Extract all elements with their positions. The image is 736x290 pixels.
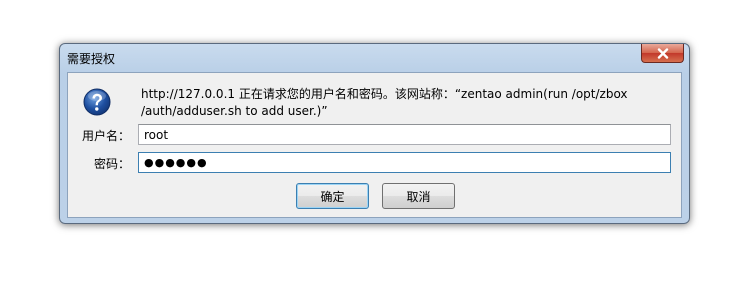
dialog-body: http://127.0.0.1 正在请求您的用户名和密码。该网站称：“zent…	[67, 72, 682, 218]
title-bar[interactable]: 需要授权	[60, 44, 689, 71]
username-label: 用户名：	[81, 129, 130, 143]
auth-dialog: 需要授权 http://127.0.0.1 正在请求您的用户名和密码。该网站称：…	[59, 43, 690, 224]
password-label: 密码：	[93, 157, 130, 171]
auth-message: http://127.0.0.1 正在请求您的用户名和密码。该网站称：“zent…	[141, 87, 628, 118]
dialog-title: 需要授权	[67, 52, 116, 66]
username-input[interactable]	[138, 124, 671, 145]
question-mark-icon	[83, 88, 111, 116]
close-button[interactable]	[641, 44, 684, 63]
password-input[interactable]	[138, 152, 671, 173]
close-icon	[657, 47, 668, 59]
ok-button[interactable]: 确定	[296, 183, 369, 209]
cancel-button[interactable]: 取消	[382, 183, 455, 209]
